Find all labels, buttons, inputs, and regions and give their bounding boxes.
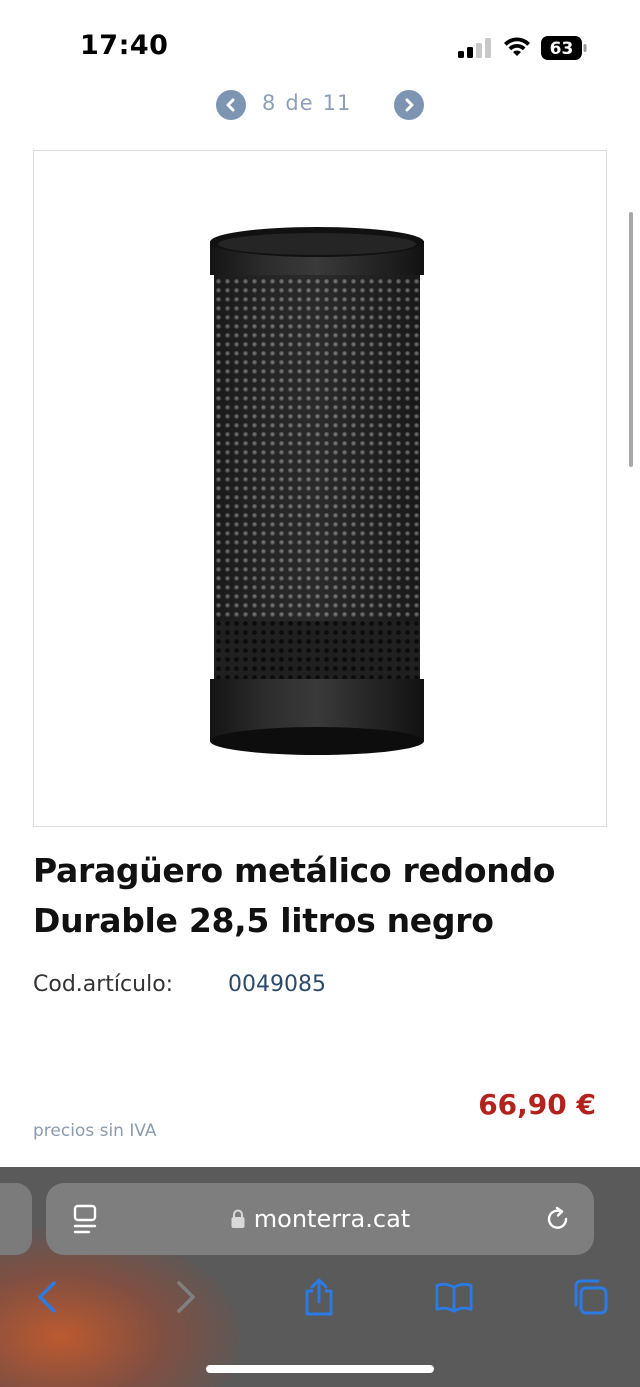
share-icon: [305, 1278, 333, 1316]
back-icon: [38, 1281, 56, 1313]
battery-level: 63: [550, 39, 574, 59]
product-title-line2: Durable 28,5 litros negro: [33, 901, 494, 940]
share-button[interactable]: [299, 1277, 339, 1317]
address-url: monterra.cat: [253, 1205, 411, 1233]
forward-button[interactable]: [166, 1277, 206, 1317]
tabs-icon: [574, 1279, 608, 1315]
browser-toolbar: monterra.cat: [0, 1167, 640, 1387]
battery-icon: 63: [541, 36, 587, 60]
tabs-button[interactable]: [570, 1277, 610, 1317]
address-url-container[interactable]: monterra.cat: [46, 1183, 594, 1255]
pager-counter: 8 de 11: [262, 91, 382, 115]
pager-separator: de: [285, 91, 314, 115]
home-indicator[interactable]: [206, 1365, 434, 1373]
product-code-label: Cod.artículo:: [33, 972, 174, 997]
chevron-right-icon: [405, 98, 414, 112]
forward-icon: [177, 1281, 195, 1313]
pager-total: 11: [322, 91, 352, 115]
reload-icon[interactable]: [544, 1205, 572, 1233]
product-title: Paragüero metálico redondo Durable 28,5 …: [33, 846, 593, 946]
wifi-icon: [504, 37, 530, 56]
product-code-value: 0049085: [228, 972, 326, 997]
next-image-button[interactable]: [394, 90, 424, 120]
status-time: 17:40: [80, 30, 169, 61]
product-title-line1: Paragüero metálico redondo: [33, 851, 556, 890]
back-button[interactable]: [27, 1277, 67, 1317]
umbrella-stand-image: [210, 227, 424, 755]
chevron-left-icon: [226, 98, 235, 112]
image-pager: 8 de 11: [0, 82, 640, 122]
tax-note: precios sin IVA: [33, 1121, 157, 1141]
bookmarks-icon: [435, 1282, 473, 1313]
scroll-indicator[interactable]: [629, 212, 633, 467]
product-price: 66,90 €: [478, 1088, 596, 1121]
lock-icon: [231, 1209, 245, 1228]
cellular-signal-icon: [458, 38, 491, 58]
pager-current: 8: [262, 91, 277, 115]
previous-image-button[interactable]: [216, 90, 246, 120]
address-bar[interactable]: monterra.cat: [46, 1183, 594, 1255]
bookmarks-button[interactable]: [434, 1277, 474, 1317]
previous-tab-preview[interactable]: [0, 1183, 32, 1255]
product-image-frame[interactable]: [33, 150, 607, 827]
